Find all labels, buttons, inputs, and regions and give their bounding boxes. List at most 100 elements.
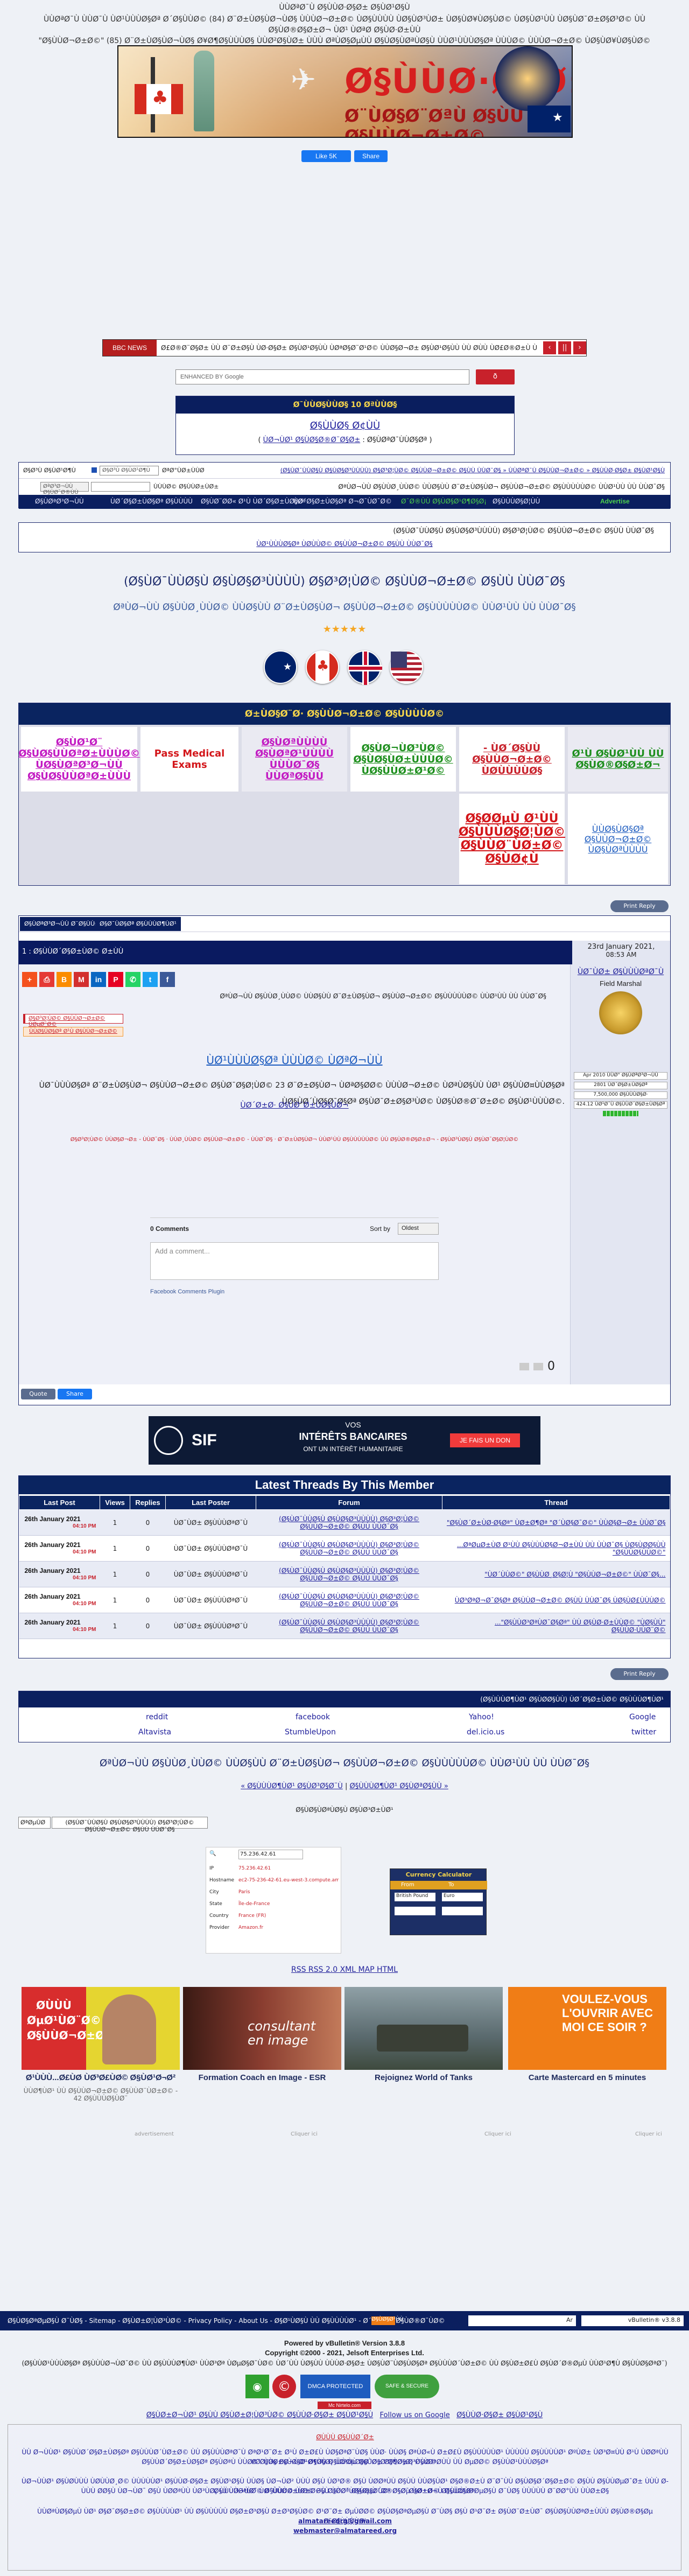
post-share-button[interactable]: Share — [58, 1389, 92, 1399]
rss-icon[interactable]: ◉ — [245, 2375, 269, 2398]
comment-input[interactable]: Add a comment... — [150, 1242, 439, 1280]
link-cell-big[interactable]: Ø§Ø­ØµÙ Ø¹ÙÙ Ø§ÙÙÙØ§Ø¦ÙØ© Ø§ÙÙØ¨ÙØ±Ø© Ø§… — [459, 812, 565, 866]
ad-footer-link-2[interactable]: Cliquer ici — [484, 2131, 511, 2137]
facebook-share-button[interactable]: Share — [354, 150, 388, 162]
facebook-like-button[interactable]: Like 5K — [301, 150, 351, 162]
prev-thread-link[interactable]: « Ø§ÙÙÙØ¶ÙØ¹ Ø§ÙØ³Ø§Ø¨Ù — [241, 1782, 343, 1790]
whatsapp-icon[interactable]: ✆ — [125, 972, 140, 987]
bookmark-stumbleupon[interactable]: StumbleUpon — [285, 1728, 336, 1737]
row-forum-link[interactable]: (Ø§ÙØ¯ÙÙØ§Ù Ø§ÙØ§Ø³ÙÙÙÙ) Ø§Ø³Ø¦ÙØ© Ø§ÙÙØ… — [279, 1567, 419, 1582]
currency-to-select[interactable]: Euro — [442, 1893, 483, 1901]
post-program-link[interactable]: ÙØ´Ø±Ø· Ø§ÙØ¨Ø±ÙØ§ÙØ¬ — [240, 1101, 348, 1110]
poll-link[interactable]: Ø§ÙÙØ§ Ø¢ÙÙ — [310, 420, 380, 431]
bookmark-delicious[interactable]: del.icio.us — [467, 1728, 504, 1737]
next-thread-link[interactable]: Ø§ÙÙÙØ¶ÙØ¹ Ø§ÙØªØ§ÙÙ » — [349, 1782, 448, 1790]
related-link-1[interactable]: Ø§Ø³Ø¦ÙØ© Ø§ÙÙØ¬Ø±Ø© ÙØµØ¨Ø© — [29, 1016, 105, 1027]
site-banner[interactable]: ✈ Ø§ÙÙØ·Ø§Ø± Ø¨ÙØ§Ø¨ØªÙ Ø§ÙÙ Ø§ÙÙØ¬Ø±Ø© — [117, 45, 573, 138]
breadcrumb[interactable]: (Ø§ÙØ¯ÙÙØ§Ù Ø§ÙØ§Ø³ÙÙÙÙ) Ø§Ø³Ø¦ÙØ© Ø§ÙÙØ… — [213, 467, 665, 474]
post-tags[interactable]: Ø§Ø³Ø¦ÙØ© ÙÙØ§Ø¬Ø± - ÙÙØ¯Ø§ · ÙÙØ¸ÙÙØ© Ø… — [19, 1137, 570, 1143]
facebook-icon[interactable]: f — [160, 972, 175, 987]
australia-flag-icon[interactable]: ★ — [264, 650, 297, 684]
nav-advertise[interactable]: Advertise — [600, 498, 630, 505]
row-poster[interactable]: ÙØ¯ÙØ± Ø§ÙÙÙØªØ¯Ù — [165, 1613, 256, 1639]
link-cell-blue[interactable]: ÙÙØ§ÙØ§Øª Ø§ÙÙØ¬Ø±Ø© ÙØ§ÙØªÙÙÙÙ — [571, 824, 665, 855]
row-forum-link[interactable]: (Ø§ÙØ¯ÙÙØ§Ù Ø§ÙØ§Ø³ÙÙÙÙ) Ø§Ø³Ø¦ÙØ© Ø§ÙÙØ… — [279, 1593, 419, 1608]
currency-from-amount[interactable] — [395, 1907, 435, 1915]
link-cell-4[interactable]: - ÙØ´Ø§ÙÙ Ø§ÙÙØ¬Ø±Ø© ÙØ­ÙÙÙÙØ§ — [462, 743, 561, 776]
nav-item-4[interactable]: Ø§ÙÙÙØ§Ø¦ÙÙ — [493, 498, 540, 505]
bookmark-facebook[interactable]: facebook — [296, 1713, 330, 1721]
canada-flag-icon[interactable]: ♣ — [306, 650, 339, 684]
contact-email-2[interactable]: webmaster@almatareed.org — [293, 2527, 397, 2535]
currency-to-amount[interactable] — [442, 1907, 483, 1915]
password-input[interactable] — [91, 482, 150, 492]
row-thread-link[interactable]: ..."Ø§ÙÙØ³ØªÙØ¯Ø§Øª" ÙÙ Ø§ÙØ·Ø±ÙÙØ© "ÙØ§… — [495, 1619, 665, 1634]
footer-home-link[interactable]: Ø§ÙØ±Ø¬ÙØ¹ Ø§ÙÙ Ø§ÙØ±Ø¦ÙØ³ÙØ© Ø§ÙÙØ·Ø§Ø±… — [146, 2411, 373, 2419]
mc-badge[interactable]: Mc Nirtelo.com — [318, 2402, 371, 2409]
news-pause-button[interactable]: || — [558, 341, 571, 354]
print-icon[interactable]: ⎙ — [39, 972, 54, 987]
share-plus-icon[interactable]: + — [22, 972, 37, 987]
related-link-2[interactable]: ÙÙØ§ÙØ§Øª Ø¹Ù Ø§ÙÙØ¬Ø±Ø© — [29, 1028, 117, 1034]
bookmark-altavista[interactable]: Altavista — [138, 1728, 171, 1737]
nav-item-gold[interactable]: Ø¯Ø®ÙÙ Ø§ÙØ§Ø¹Ø¶Ø§Ø¡ — [401, 498, 487, 505]
print-reply-button[interactable]: Print Reply — [610, 900, 669, 912]
bookmark-reddit[interactable]: reddit — [146, 1713, 168, 1721]
row-thread-link[interactable]: ...ØªØµØ±ÙØ­ Ø¹ÙÙ Ø§ÙÙÙØ§Ø¬Ø±ÙÙ ÙÙ ÙÙØ¯Ø… — [457, 1541, 666, 1556]
row-thread-link[interactable]: "ÙØ´ÙÙØ©" Ø§ÙÙØ¸Ø§Ø¦Ù "Ø§ÙÙØ¬Ø±Ø©" ÙÙØ¯Ø… — [484, 1571, 665, 1578]
ad-footer-link-3[interactable]: Cliquer ici — [635, 2131, 662, 2137]
rss-links[interactable]: RSS RSS 2.0 XML MAP HTML — [291, 1965, 398, 1974]
edit-icon[interactable] — [519, 1363, 529, 1370]
ip-search-input[interactable]: 75.236.42.61 — [238, 1850, 303, 1859]
sort-select[interactable]: Oldest — [398, 1223, 439, 1235]
uk-flag-icon[interactable] — [348, 650, 382, 685]
username-input[interactable]: Ø§Ø³Ù Ø§ÙØ¹Ø¶Ù — [100, 466, 159, 475]
dmca-badge[interactable]: DMCA PROTECTED — [300, 2375, 370, 2398]
footer-site-link[interactable]: Ø§ÙÙØ·Ø§Ø± Ø§ÙØ¹Ø§Ù — [456, 2411, 543, 2419]
row-poster[interactable]: ÙØ¯ÙØ± Ø§ÙÙÙØªØ¯Ù — [165, 1561, 256, 1587]
back-to-top-badge[interactable]: Ø§ÙØ§Ø¹ÙÙ — [371, 2316, 404, 2325]
row-thread-link[interactable]: ÙØ³ØªØ¬Ø¯Ø§Øª Ø§ÙÙØ¬Ø±Ø© Ø§ÙÙ ÙÙØ¯Ø§ ÙØ§… — [455, 1597, 666, 1604]
ad-card-4[interactable]: VOULEZ-VOUS L'OUVRIR AVEC MOI CE SOIR ? … — [508, 1987, 666, 2108]
login-button[interactable]: ØªØ³Ø¬ÙÙ Ø§ÙØ¯Ø®ÙÙ — [40, 482, 89, 495]
row-forum-link[interactable]: (Ø§ÙØ¯ÙÙØ§Ù Ø§ÙØ§Ø³ÙÙÙÙ) Ø§Ø³Ø¦ÙØ© Ø§ÙÙØ… — [279, 1619, 419, 1634]
ad-card-2[interactable]: consultant en image Formation Coach en I… — [183, 1987, 341, 2108]
style-select[interactable]: vBulletin® v3.8.8 — [581, 2315, 684, 2326]
link-cell-3[interactable]: Ø§ÙØ¬ÙØ³ÙØ© Ø§ÙØ§ÙØ±ÙÙÙØ© ÙØ§ÙÙØ±Ø¹Ø© — [353, 743, 453, 776]
row-poster[interactable]: ÙØ¯ÙØ± Ø§ÙÙÙØªØ¯Ù — [165, 1587, 256, 1613]
follow-google-link[interactable]: Follow us on Google — [380, 2411, 450, 2419]
facebook-comments-plugin-link[interactable]: Facebook Comments Plugin — [150, 1289, 224, 1295]
usa-flag-icon[interactable] — [390, 650, 423, 684]
row-poster[interactable]: ÙØ¯ÙØ± Ø§ÙÙÙØªØ¯Ù — [165, 1509, 256, 1536]
nav-item-1[interactable]: ÙØ´Ø§Ø±ÙØ§Øª Ø§ÙÙÙÙ — [110, 498, 193, 505]
nav-item-0[interactable]: Ø§ÙØªØ³Ø¬ÙÙ — [35, 498, 84, 505]
ad-card-1[interactable]: Ø­ÙÙÙ ØµØ¹ÙØ¨Ø© Ø§ÙÙØ¬Ø±Ø© Ø¹ÙÙÙ...Ø£ÙØ­… — [22, 1987, 180, 2108]
print-reply-button-2[interactable]: Print Reply — [610, 1668, 669, 1680]
ad-cta-button[interactable]: JE FAIS UN DON — [450, 1433, 520, 1447]
remember-me-checkbox[interactable] — [91, 467, 97, 473]
rating-stars[interactable]: ★★★★★ — [0, 624, 689, 635]
link-cell-1[interactable]: Pass Medical Exams — [144, 748, 235, 771]
bookmark-yahoo[interactable]: Yahoo! — [469, 1713, 494, 1721]
nav-item-2[interactable]: Ø§ÙØ¨Ø­Ø« Ø¹Ù ÙØ´Ø§Ø±ÙØ§Øª — [201, 498, 306, 505]
link-cell-5[interactable]: Ø¹Ù Ø§ÙØ¹ÙÙ ÙÙ Ø§ÙØ®Ø§Ø±Ø¬ — [571, 748, 665, 771]
avatar[interactable] — [599, 991, 642, 1034]
quote-button[interactable]: Quote — [21, 1389, 55, 1399]
quick-jump-select[interactable]: ØªØµÙØ­ — [18, 1817, 51, 1829]
row-forum-link[interactable]: (Ø§ÙØ¯ÙÙØ§Ù Ø§ÙØ§Ø³ÙÙÙÙ) Ø§Ø³Ø¦ÙØ© Ø§ÙÙØ… — [279, 1541, 419, 1556]
search-button[interactable]: ð — [476, 369, 515, 384]
linkedin-icon[interactable]: in — [91, 972, 106, 987]
twitter-icon[interactable]: t — [143, 972, 158, 987]
row-forum-link[interactable]: (Ø§ÙØ¯ÙÙØ§Ù Ø§ÙØ§Ø³ÙÙÙÙ) Ø§Ø³Ø¦ÙØ© Ø§ÙÙØ… — [279, 1515, 419, 1530]
pinterest-icon[interactable]: P — [108, 972, 123, 987]
nav-item-3[interactable]: ÙØ´Ø§Ø±ÙØ§Øª Ø¬Ø¯ÙØ¯Ø© — [293, 498, 392, 505]
news-next-button[interactable]: › — [573, 341, 586, 354]
bookmark-google[interactable]: Google — [629, 1713, 656, 1721]
row-thread-link[interactable]: "Ø§ÙØ´Ø±ÙØ·Ø§Øª" ÙØ±Ø¶Øª "Ø´ÙØ§Ø¯Ø©" ÙÙØ… — [447, 1519, 666, 1527]
gmail-icon[interactable]: M — [74, 972, 89, 987]
thread-tools-menu[interactable]: Ø§Ø¯ÙØ§Øª Ø§ÙÙÙØ¶ÙØ¹ — [95, 917, 181, 931]
search-input[interactable]: ENHANCED BY Google — [175, 369, 469, 384]
blogger-icon[interactable]: B — [57, 972, 72, 987]
post-heading-link[interactable]: ÙØ¹ÙÙÙØ§Øª ÙÙÙØ© ÙØªØ¬ÙÙ — [206, 1054, 382, 1067]
row-poster[interactable]: ÙØ¯ÙØ± Ø§ÙÙÙØªØ¯Ù — [165, 1535, 256, 1562]
